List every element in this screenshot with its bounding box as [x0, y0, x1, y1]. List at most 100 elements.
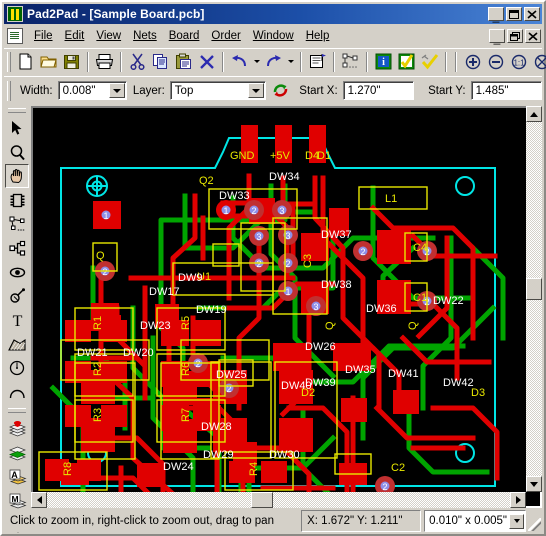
menu-file[interactable]: File [28, 28, 59, 44]
zoom-fit-button[interactable] [530, 51, 546, 73]
properties-button[interactable] [306, 51, 329, 73]
tool-text[interactable]: T [5, 308, 29, 332]
tool-part[interactable] [5, 188, 29, 212]
tool-net[interactable] [5, 212, 29, 236]
copy-button[interactable] [149, 51, 172, 73]
tool-polygon[interactable] [5, 332, 29, 356]
connector-labels: GND +5V D4 D1 [230, 150, 331, 162]
netlist-button[interactable] [339, 51, 362, 73]
toolbar-separator [87, 52, 89, 72]
mdi-restore-button[interactable] [507, 29, 523, 43]
tool-zoom[interactable] [5, 140, 29, 164]
menu-view[interactable]: View [90, 28, 127, 44]
print-button[interactable] [93, 51, 116, 73]
scroll-right-button[interactable] [510, 492, 526, 508]
tool-select[interactable] [5, 116, 29, 140]
mdi-minimize-button[interactable]: _ [489, 29, 505, 43]
svg-text:2: 2 [251, 206, 256, 216]
menu-order[interactable]: Order [205, 28, 246, 44]
ref-R1: R1 [92, 316, 104, 330]
pad2pad-logo-icon [7, 6, 23, 22]
open-file-button[interactable] [37, 51, 60, 73]
menu-nets[interactable]: Nets [127, 28, 163, 44]
close-button[interactable] [524, 7, 540, 21]
undo-button[interactable] [228, 51, 251, 73]
main-toolbar: i 1:1 [4, 48, 542, 74]
restore-icon [508, 30, 522, 42]
redo-dropdown-arrow-icon[interactable] [285, 51, 296, 73]
layer-silkscreen[interactable]: A [5, 464, 29, 488]
save-file-button[interactable] [60, 51, 83, 73]
start-x-field[interactable]: 1.270" [343, 81, 414, 100]
scroll-up-button[interactable] [526, 106, 542, 122]
redo-button[interactable] [262, 51, 285, 73]
properties-toolbar: Width: 0.008" Layer: Top Start X: 1.270"… [4, 76, 542, 104]
toolbar-grip[interactable] [7, 52, 11, 72]
maximize-glyph [507, 8, 521, 20]
net-DW25: DW25 [216, 369, 247, 381]
new-file-button[interactable] [14, 51, 37, 73]
menu-help[interactable]: Help [300, 28, 336, 44]
menu-edit[interactable]: Edit [59, 28, 91, 44]
tool-pad[interactable] [5, 260, 29, 284]
tool-pan[interactable] [5, 164, 29, 188]
layer-top[interactable] [5, 416, 29, 440]
resize-grip-icon[interactable] [526, 510, 542, 532]
pcb-design-canvas[interactable]: 1 2 3 1 2 2 2 2 3 2 3 2 1 3 2 2 2 [31, 106, 542, 508]
grid-size-combo[interactable]: 0.010" x 0.005" [424, 510, 526, 532]
zoom-1to1-button[interactable]: 1:1 [507, 51, 530, 73]
tool-trace[interactable] [5, 236, 29, 260]
toolbar-separator [455, 52, 457, 72]
menu-window[interactable]: Window [247, 28, 300, 44]
horizontal-scrollbar-track[interactable] [31, 492, 526, 508]
info-button[interactable]: i [372, 51, 395, 73]
width-combo[interactable]: 0.008" [58, 81, 127, 100]
scroll-left-button[interactable] [31, 492, 47, 508]
svg-text:2: 2 [285, 259, 290, 269]
start-y-field[interactable]: 1.485" [471, 81, 542, 100]
zoom-in-button[interactable] [461, 51, 484, 73]
layer-combo[interactable]: Top [170, 81, 267, 100]
horizontal-scrollbar[interactable] [31, 492, 526, 508]
ref-R6: R6 [180, 362, 192, 376]
zoom-out-button[interactable] [484, 51, 507, 73]
status-bar: Click to zoom in, right-click to zoom ou… [4, 510, 542, 532]
undo-dropdown-arrow-icon[interactable] [251, 51, 262, 73]
tool-via[interactable] [5, 284, 29, 308]
properties-toolbar-grip[interactable] [7, 81, 11, 101]
svg-text:3: 3 [256, 232, 261, 242]
mdi-close-button[interactable] [525, 29, 541, 43]
menu-board[interactable]: Board [163, 28, 206, 44]
check-design-button[interactable] [395, 51, 418, 73]
tool-circle[interactable] [5, 356, 29, 380]
cut-button[interactable] [126, 51, 149, 73]
maximize-button[interactable] [506, 7, 522, 21]
menu-window-label: Window [253, 30, 294, 42]
document-icon[interactable] [7, 28, 23, 44]
tools-toolbar: T A M N [4, 106, 30, 508]
tools-toolbar-grip[interactable] [8, 108, 26, 113]
scroll-down-button[interactable] [526, 476, 542, 492]
width-dropdown-arrow-icon[interactable] [109, 83, 125, 98]
paste-button[interactable] [172, 51, 195, 73]
vertical-scrollbar-thumb[interactable] [526, 278, 542, 300]
net-DW22: DW22 [433, 295, 464, 307]
vertical-scrollbar[interactable] [526, 106, 542, 492]
tool-arc[interactable] [5, 380, 29, 404]
net-DW40: DW40 [281, 380, 312, 392]
minimize-button[interactable]: _ [488, 7, 504, 21]
width-label: Width: [20, 85, 53, 97]
label-D1: D1 [317, 150, 331, 162]
mdi-child-controls: _ [489, 29, 541, 43]
grid-size-dropdown-arrow-icon[interactable] [509, 514, 524, 529]
scroll-right-arrow-icon [516, 496, 521, 504]
layer-bottom[interactable] [5, 440, 29, 464]
ref-Q3: Q [407, 321, 419, 330]
layer-mask[interactable]: M [5, 488, 29, 512]
swap-layers-button[interactable] [269, 80, 292, 102]
layer-dropdown-arrow-icon[interactable] [248, 83, 264, 98]
horizontal-scrollbar-thumb[interactable] [251, 492, 273, 508]
verify-button[interactable] [418, 51, 441, 73]
layers-toolbar-grip[interactable] [8, 408, 26, 413]
delete-button[interactable] [195, 51, 218, 73]
